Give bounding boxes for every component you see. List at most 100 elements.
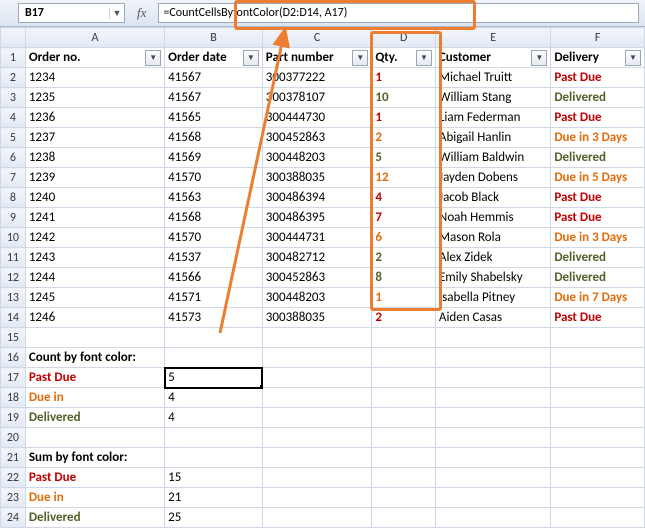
cell-C19[interactable] — [262, 408, 372, 428]
column-header-E[interactable]: E — [435, 28, 550, 48]
column-header-B[interactable]: B — [165, 28, 263, 48]
cell-B2[interactable]: 41567 — [165, 68, 263, 88]
cell-F20[interactable] — [551, 428, 645, 448]
cell-B8[interactable]: 41563 — [165, 188, 263, 208]
cell-D16[interactable] — [372, 348, 436, 368]
filter-dropdown-icon[interactable]: ▼ — [352, 50, 368, 66]
fx-icon[interactable]: fx — [137, 5, 146, 21]
cell-E22[interactable] — [435, 468, 550, 488]
cell-A23[interactable]: Due in — [25, 488, 164, 508]
cell-F17[interactable] — [551, 368, 645, 388]
filter-dropdown-icon[interactable]: ▼ — [625, 50, 641, 66]
row-header-16[interactable]: 16 — [1, 348, 26, 368]
cell-B12[interactable]: 41566 — [165, 268, 263, 288]
row-header-3[interactable]: 3 — [1, 88, 26, 108]
cell-D22[interactable] — [372, 468, 436, 488]
row-header-7[interactable]: 7 — [1, 168, 26, 188]
header-cell-D[interactable]: Qty.▼ — [372, 48, 436, 68]
cell-B11[interactable]: 41537 — [165, 248, 263, 268]
cell-E21[interactable] — [435, 448, 550, 468]
row-header-2[interactable]: 2 — [1, 68, 26, 88]
cell-E20[interactable] — [435, 428, 550, 448]
cell-E10[interactable]: Mason Rola — [435, 228, 550, 248]
column-header-F[interactable]: F — [551, 28, 645, 48]
row-header-5[interactable]: 5 — [1, 128, 26, 148]
row-header-22[interactable]: 22 — [1, 468, 26, 488]
cell-E18[interactable] — [435, 388, 550, 408]
cell-E19[interactable] — [435, 408, 550, 428]
cell-E11[interactable]: Alex Zidek — [435, 248, 550, 268]
cell-C21[interactable] — [262, 448, 372, 468]
cell-B23[interactable]: 21 — [165, 488, 263, 508]
cell-A8[interactable]: 1240 — [25, 188, 164, 208]
cell-E7[interactable]: Jayden Dobens — [435, 168, 550, 188]
cell-F21[interactable] — [551, 448, 645, 468]
name-box-wrap[interactable]: B17 ▼ — [18, 3, 125, 23]
cell-B13[interactable]: 41571 — [165, 288, 263, 308]
cell-B3[interactable]: 41567 — [165, 88, 263, 108]
cell-B6[interactable]: 41569 — [165, 148, 263, 168]
cell-C3[interactable]: 300378107 — [262, 88, 372, 108]
cell-F3[interactable]: Delivered — [551, 88, 645, 108]
cell-B20[interactable] — [165, 428, 263, 448]
cell-C22[interactable] — [262, 468, 372, 488]
cell-C7[interactable]: 300388035 — [262, 168, 372, 188]
cell-A3[interactable]: 1235 — [25, 88, 164, 108]
cell-F19[interactable] — [551, 408, 645, 428]
row-header-10[interactable]: 10 — [1, 228, 26, 248]
cell-A22[interactable]: Past Due — [25, 468, 164, 488]
column-header-D[interactable]: D — [372, 28, 436, 48]
cell-F11[interactable]: Delivered — [551, 248, 645, 268]
row-header-15[interactable]: 15 — [1, 328, 26, 348]
cell-D21[interactable] — [372, 448, 436, 468]
cell-B15[interactable] — [165, 328, 263, 348]
cell-B5[interactable]: 41568 — [165, 128, 263, 148]
cell-E4[interactable]: Liam Federman — [435, 108, 550, 128]
name-box[interactable]: B17 — [19, 6, 109, 20]
cell-F12[interactable]: Delivered — [551, 268, 645, 288]
row-header-17[interactable]: 17 — [1, 368, 26, 388]
cell-D10[interactable]: 6 — [372, 228, 436, 248]
cell-A5[interactable]: 1237 — [25, 128, 164, 148]
cell-F9[interactable]: Past Due — [551, 208, 645, 228]
cell-F13[interactable]: Due in 7 Days — [551, 288, 645, 308]
cell-D17[interactable] — [372, 368, 436, 388]
cell-F14[interactable]: Past Due — [551, 308, 645, 328]
name-box-dropdown-icon[interactable]: ▼ — [109, 8, 124, 19]
header-cell-F[interactable]: Delivery▼ — [551, 48, 645, 68]
row-header-4[interactable]: 4 — [1, 108, 26, 128]
cell-E23[interactable] — [435, 488, 550, 508]
cell-D11[interactable]: 2 — [372, 248, 436, 268]
cell-A10[interactable]: 1242 — [25, 228, 164, 248]
cell-B9[interactable]: 41568 — [165, 208, 263, 228]
cell-C14[interactable]: 300388035 — [262, 308, 372, 328]
cell-A7[interactable]: 1239 — [25, 168, 164, 188]
cell-D7[interactable]: 12 — [372, 168, 436, 188]
cell-A21[interactable]: Sum by font color: — [25, 448, 164, 468]
cell-F22[interactable] — [551, 468, 645, 488]
cell-C13[interactable]: 300448203 — [262, 288, 372, 308]
cell-C10[interactable]: 300444731 — [262, 228, 372, 248]
cell-B21[interactable] — [165, 448, 263, 468]
row-header-9[interactable]: 9 — [1, 208, 26, 228]
cell-C23[interactable] — [262, 488, 372, 508]
row-header-14[interactable]: 14 — [1, 308, 26, 328]
row-header-11[interactable]: 11 — [1, 248, 26, 268]
cell-A4[interactable]: 1236 — [25, 108, 164, 128]
cell-F24[interactable] — [551, 508, 645, 528]
row-header-6[interactable]: 6 — [1, 148, 26, 168]
cell-D12[interactable]: 8 — [372, 268, 436, 288]
cell-F18[interactable] — [551, 388, 645, 408]
filter-dropdown-icon[interactable]: ▼ — [531, 50, 547, 66]
row-header-18[interactable]: 18 — [1, 388, 26, 408]
cell-A18[interactable]: Due in — [25, 388, 164, 408]
cell-B18[interactable]: 4 — [165, 388, 263, 408]
header-cell-B[interactable]: Order date▼ — [165, 48, 263, 68]
header-cell-A[interactable]: Order no.▼ — [25, 48, 164, 68]
cell-D23[interactable] — [372, 488, 436, 508]
row-header-21[interactable]: 21 — [1, 448, 26, 468]
cell-B24[interactable]: 25 — [165, 508, 263, 528]
cell-C20[interactable] — [262, 428, 372, 448]
cell-C16[interactable] — [262, 348, 372, 368]
cell-C5[interactable]: 300452863 — [262, 128, 372, 148]
